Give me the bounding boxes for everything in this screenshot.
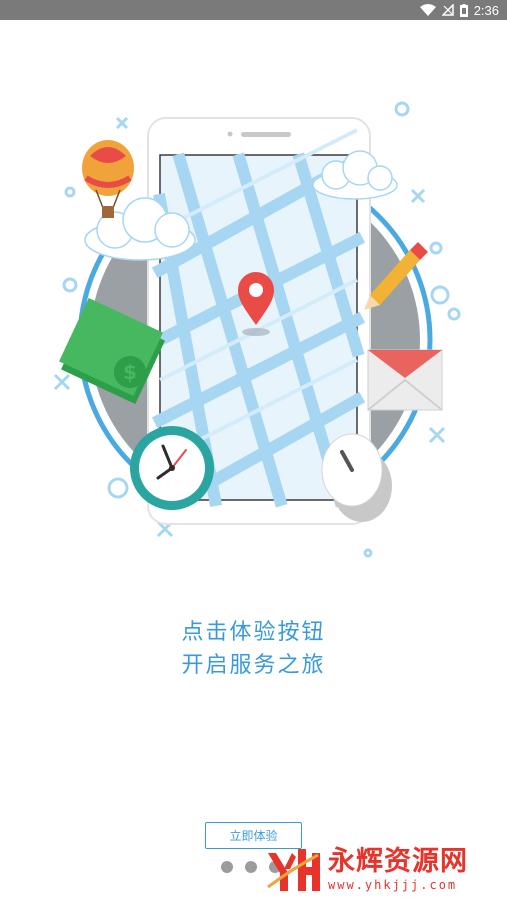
status-bar: 2:36: [0, 0, 507, 20]
svg-text:$: $: [123, 360, 137, 384]
watermark: 永辉资源网 www.yhkjjj.com: [262, 838, 502, 900]
status-time: 2:36: [473, 2, 499, 18]
wifi-icon: [419, 4, 436, 16]
watermark-url: www.yhkjjj.com: [328, 878, 458, 892]
page-dot-2[interactable]: [245, 861, 257, 873]
onboarding-illustration: $: [53, 101, 461, 558]
envelope-icon: [367, 349, 443, 411]
hot-air-balloon-icon: [82, 140, 134, 218]
battery-icon: [459, 3, 468, 17]
watermark-logo-icon: [267, 849, 320, 891]
slogan-line-1: 点击体验按钮: [181, 620, 326, 645]
clock-icon: [130, 426, 214, 510]
signal-icon: [441, 4, 454, 16]
watermark-name: 永辉资源网: [328, 846, 468, 877]
slogan-line-2: 开启服务之旅: [181, 653, 326, 678]
page-dot-1[interactable]: [221, 861, 233, 873]
